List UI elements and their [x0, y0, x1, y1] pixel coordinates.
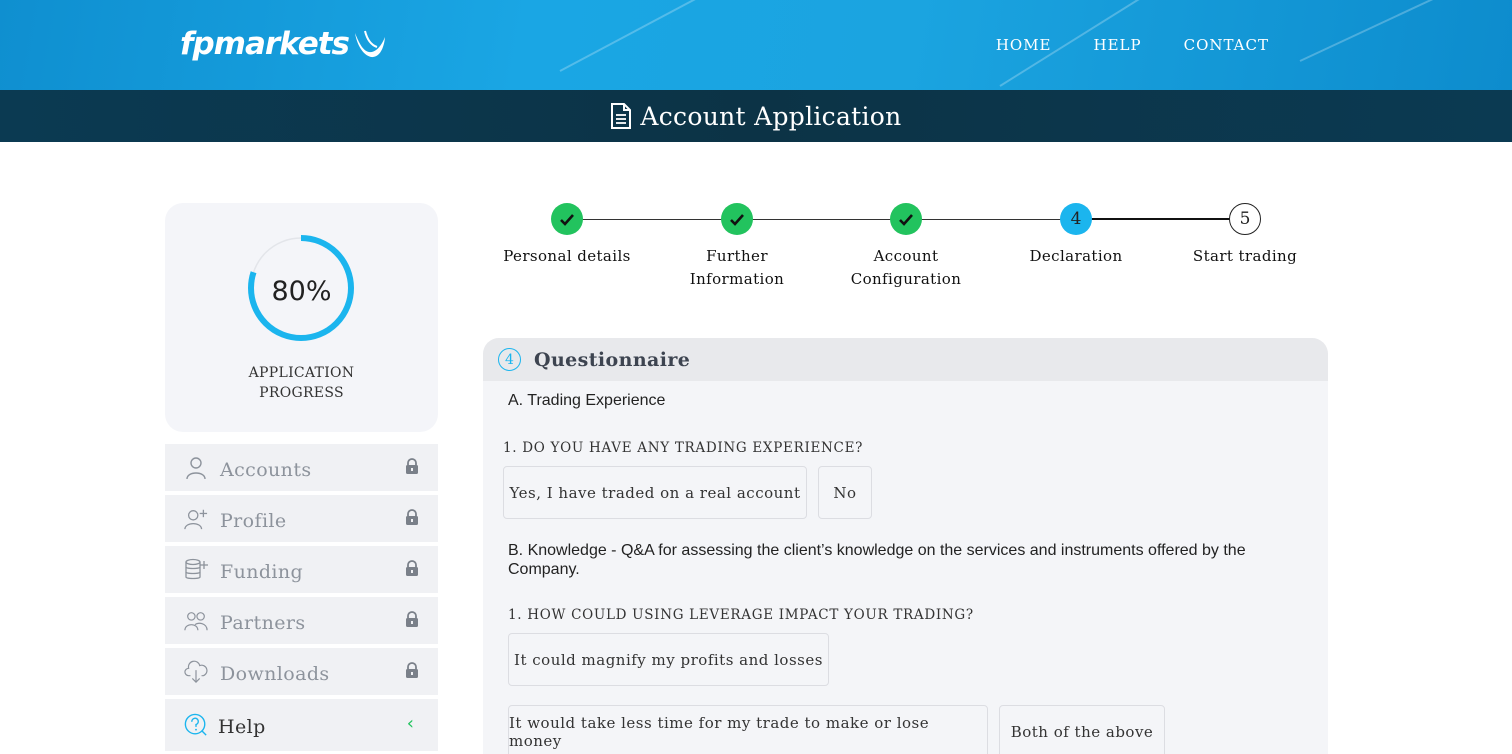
- question-icon: [184, 713, 208, 737]
- step-personal-details[interactable]: Personal details: [492, 202, 642, 268]
- progress-label-line: PROGRESS: [259, 385, 344, 401]
- lock-icon: [405, 662, 419, 683]
- users-icon: [184, 609, 208, 633]
- sidebar-item-label: Funding: [220, 560, 304, 583]
- step-label: Declaration: [1001, 245, 1151, 268]
- sidebar-item-label: Partners: [220, 611, 306, 634]
- page-title: Account Application: [640, 101, 902, 131]
- brand-logo[interactable]: fpmarkets: [180, 26, 387, 62]
- step-further-information[interactable]: Further Information: [662, 202, 812, 291]
- step-label-line: Start trading: [1192, 247, 1298, 265]
- section-b-line: Company.: [508, 561, 580, 578]
- section-a-title: A. Trading Experience: [508, 392, 666, 409]
- step-number: 4: [1060, 203, 1092, 235]
- sidebar-item-funding[interactable]: Funding: [165, 546, 438, 593]
- sidebar-item-label: Help: [218, 716, 266, 738]
- option-less-time[interactable]: It would take less time for my trade to …: [508, 705, 988, 754]
- application-progress-card: 80% APPLICATION PROGRESS: [165, 203, 438, 432]
- progress-label: APPLICATION PROGRESS: [165, 363, 438, 403]
- questionnaire-header: 4 Questionnaire: [483, 338, 1328, 381]
- step-label: Further Information: [662, 245, 812, 291]
- section-b-title: B. Knowledge - Q&A for assessing the cli…: [508, 541, 1308, 579]
- top-banner: fpmarkets HOME HELP CONTACT: [0, 0, 1512, 90]
- step-label: Start trading: [1170, 245, 1320, 268]
- step-label-line: Configuration: [850, 270, 962, 288]
- step-label: Account Configuration: [831, 245, 981, 291]
- progress-label-line: APPLICATION: [248, 365, 355, 381]
- step-number: 5: [1229, 203, 1261, 235]
- step-label-line: Personal details: [503, 247, 631, 265]
- sidebar-item-help[interactable]: Help ‹: [165, 699, 438, 751]
- lock-icon: [405, 560, 419, 581]
- progress-percentage: 80%: [271, 276, 332, 307]
- check-icon: [721, 203, 753, 235]
- option-magnify-profits-losses[interactable]: It could magnify my profits and losses: [508, 633, 829, 686]
- step-start-trading[interactable]: 5 Start trading: [1170, 202, 1320, 268]
- lock-icon: [405, 509, 419, 530]
- step-declaration[interactable]: 4 Declaration: [1001, 202, 1151, 268]
- banner-decoration: [1299, 0, 1482, 62]
- add-user-icon: [184, 507, 208, 531]
- chevron-left-icon: ‹: [406, 713, 414, 734]
- banner-decoration: [559, 0, 755, 72]
- sidebar-item-partners[interactable]: Partners: [165, 597, 438, 644]
- questionnaire-title: Questionnaire: [534, 348, 691, 371]
- main-nav: HOME HELP CONTACT: [996, 36, 1269, 54]
- questionnaire-panel: 4 Questionnaire A. Trading Experience 1.…: [483, 338, 1328, 754]
- sidebar-item-profile[interactable]: Profile: [165, 495, 438, 542]
- step-label-line: Account: [873, 247, 939, 265]
- nav-help-link[interactable]: HELP: [1094, 36, 1142, 54]
- lock-icon: [405, 458, 419, 479]
- step-label: Personal details: [492, 245, 642, 268]
- sidebar-item-downloads[interactable]: Downloads: [165, 648, 438, 695]
- sidebar-item-label: Accounts: [220, 458, 312, 481]
- page-title-bar: Account Application: [0, 90, 1512, 142]
- check-icon: [890, 203, 922, 235]
- lock-icon: [405, 611, 419, 632]
- option-no[interactable]: No: [818, 466, 872, 519]
- step-account-configuration[interactable]: Account Configuration: [831, 202, 981, 291]
- nav-home-link[interactable]: HOME: [996, 36, 1052, 54]
- user-icon: [184, 456, 208, 480]
- cloud-download-icon: [184, 660, 208, 684]
- option-yes-real-account[interactable]: Yes, I have traded on a real account: [503, 466, 807, 519]
- sidebar-item-label: Downloads: [220, 662, 330, 685]
- logo-swoosh-icon: [355, 30, 385, 58]
- step-label-line: Declaration: [1029, 247, 1123, 265]
- section-number-badge: 4: [498, 348, 521, 371]
- option-both-above[interactable]: Both of the above: [999, 705, 1165, 754]
- question-leverage-impact: 1. HOW COULD USING LEVERAGE IMPACT YOUR …: [508, 607, 974, 623]
- coins-icon: [184, 558, 208, 582]
- step-label-line: Further Information: [689, 247, 785, 288]
- brand-name: fpmarkets: [180, 26, 350, 62]
- check-icon: [551, 203, 583, 235]
- document-icon: [611, 103, 632, 129]
- sidebar-menu: Accounts Profile Funding Partners Downlo…: [165, 444, 438, 754]
- progress-stepper: Personal details Further Information Acc…: [495, 202, 1315, 302]
- section-b-line: B. Knowledge - Q&A for assessing the cli…: [508, 542, 1246, 559]
- sidebar-item-accounts[interactable]: Accounts: [165, 444, 438, 491]
- sidebar-item-label: Profile: [220, 509, 287, 532]
- nav-contact-link[interactable]: CONTACT: [1184, 36, 1269, 54]
- question-trading-experience: 1. DO YOU HAVE ANY TRADING EXPERIENCE?: [503, 440, 864, 456]
